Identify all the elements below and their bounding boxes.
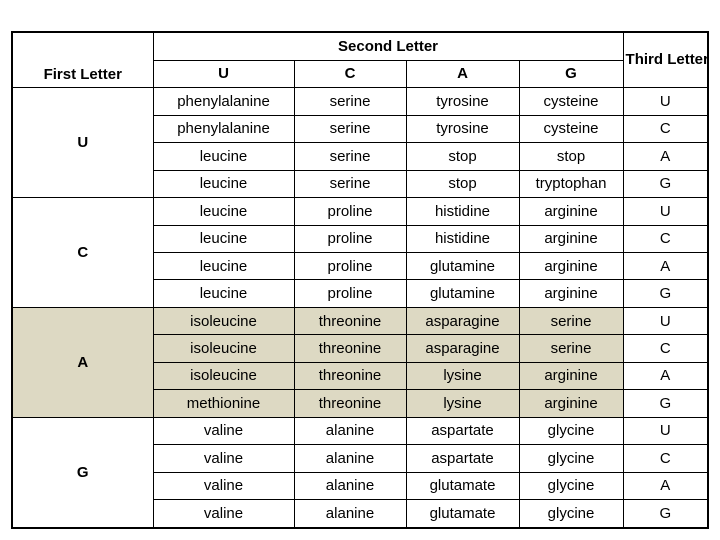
amino-acid-cell: tryptophan (518, 169, 624, 199)
amino-acid-cell: threonine (293, 306, 407, 336)
third-letter-cell: U (622, 306, 709, 336)
amino-acid-cell: serine (293, 169, 407, 199)
table-row: Uphenylalanine serine tyrosine cysteine U (11, 87, 709, 199)
amino-acid-cell: stop (405, 169, 520, 199)
genetic-code-table: First Letter Second Letter Third Letter U C A… (11, 31, 710, 529)
amino-acid-cell: arginine (518, 389, 624, 418)
amino-acid-cell: glycine (518, 499, 624, 529)
table-row: Aisoleucine threonine asparagine serine U (11, 306, 709, 418)
amino-acid-cell: leucine (152, 224, 295, 254)
amino-acid-cell: threonine (293, 389, 407, 418)
amino-acid-cell: glutamate (405, 499, 520, 529)
amino-acid-cell: valine (152, 416, 295, 446)
third-letter-cell: G (622, 389, 709, 418)
amino-acid-cell: isoleucine (152, 361, 295, 391)
amino-acid-cell: glycine (518, 444, 624, 473)
amino-acid-cell: glutamine (405, 279, 520, 308)
amino-acid-cell: arginine (518, 251, 624, 281)
third-letter-cell: G (622, 499, 709, 529)
amino-acid-cell: proline (293, 279, 407, 308)
header-second-letter-c: C (293, 59, 407, 89)
third-letter-cell: C (622, 334, 709, 363)
header-third-letter: Third Letter (622, 31, 709, 89)
third-letter-cell: A (622, 142, 709, 171)
header-second-letter: Second Letter (152, 31, 624, 61)
third-letter-cell: A (622, 471, 709, 501)
amino-acid-cell: alanine (293, 471, 407, 501)
amino-acid-cell: valine (152, 444, 295, 473)
amino-acid-cell: serine (518, 334, 624, 363)
amino-acid-cell: stop (405, 142, 520, 171)
amino-acid-cell: leucine (152, 169, 295, 199)
amino-acid-cell: aspartate (405, 444, 520, 473)
header-second-letter-u: U (152, 59, 295, 89)
amino-acid-cell: cysteine (518, 114, 624, 144)
amino-acid-cell: arginine (518, 279, 624, 308)
amino-acid-cell: tyrosine (405, 114, 520, 144)
amino-acid-cell: tyrosine (405, 87, 520, 116)
amino-acid-cell: methionine (152, 389, 295, 418)
amino-acid-cell: proline (293, 251, 407, 281)
amino-acid-cell: aspartate (405, 416, 520, 446)
amino-acid-cell: serine (518, 306, 624, 336)
third-letter-cell: C (622, 444, 709, 473)
table-header-row-top: First Letter Second Letter Third Letter (11, 31, 709, 89)
amino-acid-cell: glutamine (405, 251, 520, 281)
amino-acid-cell: stop (518, 142, 624, 171)
third-letter-cell: A (622, 361, 709, 391)
amino-acid-cell: lysine (405, 389, 520, 418)
amino-acid-cell: valine (152, 499, 295, 529)
amino-acid-cell: phenylalanine (152, 114, 295, 144)
table-row: Cleucine proline histidine arginine U (11, 197, 709, 308)
amino-acid-cell: isoleucine (152, 306, 295, 336)
amino-acid-cell: glutamate (405, 471, 520, 501)
amino-acid-cell: arginine (518, 361, 624, 391)
third-letter-cell: G (622, 169, 709, 199)
amino-acid-cell: serine (293, 142, 407, 171)
first-letter-cell-c: C (11, 197, 154, 308)
amino-acid-cell: threonine (293, 334, 407, 363)
amino-acid-cell: asparagine (405, 306, 520, 336)
amino-acid-cell: lysine (405, 361, 520, 391)
amino-acid-cell: histidine (405, 224, 520, 254)
third-letter-cell: G (622, 279, 709, 308)
amino-acid-cell: serine (293, 114, 407, 144)
amino-acid-cell: leucine (152, 251, 295, 281)
third-letter-cell: A (622, 251, 709, 281)
amino-acid-cell: arginine (518, 224, 624, 254)
header-first-letter: First Letter (11, 31, 154, 89)
header-second-letter-g: G (518, 59, 624, 89)
amino-acid-cell: histidine (405, 197, 520, 226)
third-letter-cell: U (622, 416, 709, 446)
amino-acid-cell: alanine (293, 444, 407, 473)
amino-acid-cell: alanine (293, 416, 407, 446)
third-letter-cell: C (622, 224, 709, 254)
amino-acid-cell: arginine (518, 197, 624, 226)
amino-acid-cell: leucine (152, 197, 295, 226)
third-letter-cell: C (622, 114, 709, 144)
first-letter-cell-g: G (11, 416, 154, 529)
amino-acid-cell: alanine (293, 499, 407, 529)
first-letter-cell-a: A (11, 306, 154, 418)
amino-acid-cell: proline (293, 197, 407, 226)
amino-acid-cell: cysteine (518, 87, 624, 116)
third-letter-cell: U (622, 87, 709, 116)
amino-acid-cell: glycine (518, 471, 624, 501)
genetic-code-table-container: First Letter Second Letter Third Letter U C A… (11, 31, 710, 529)
amino-acid-cell: proline (293, 224, 407, 254)
amino-acid-cell: phenylalanine (152, 87, 295, 116)
table-row: Gvaline alanine aspartate glycine U (11, 416, 709, 529)
amino-acid-cell: asparagine (405, 334, 520, 363)
amino-acid-cell: leucine (152, 142, 295, 171)
first-letter-cell-u: U (11, 87, 154, 199)
amino-acid-cell: isoleucine (152, 334, 295, 363)
amino-acid-cell: glycine (518, 416, 624, 446)
amino-acid-cell: valine (152, 471, 295, 501)
amino-acid-cell: threonine (293, 361, 407, 391)
header-second-letter-a: A (405, 59, 520, 89)
amino-acid-cell: serine (293, 87, 407, 116)
amino-acid-cell: leucine (152, 279, 295, 308)
third-letter-cell: U (622, 197, 709, 226)
